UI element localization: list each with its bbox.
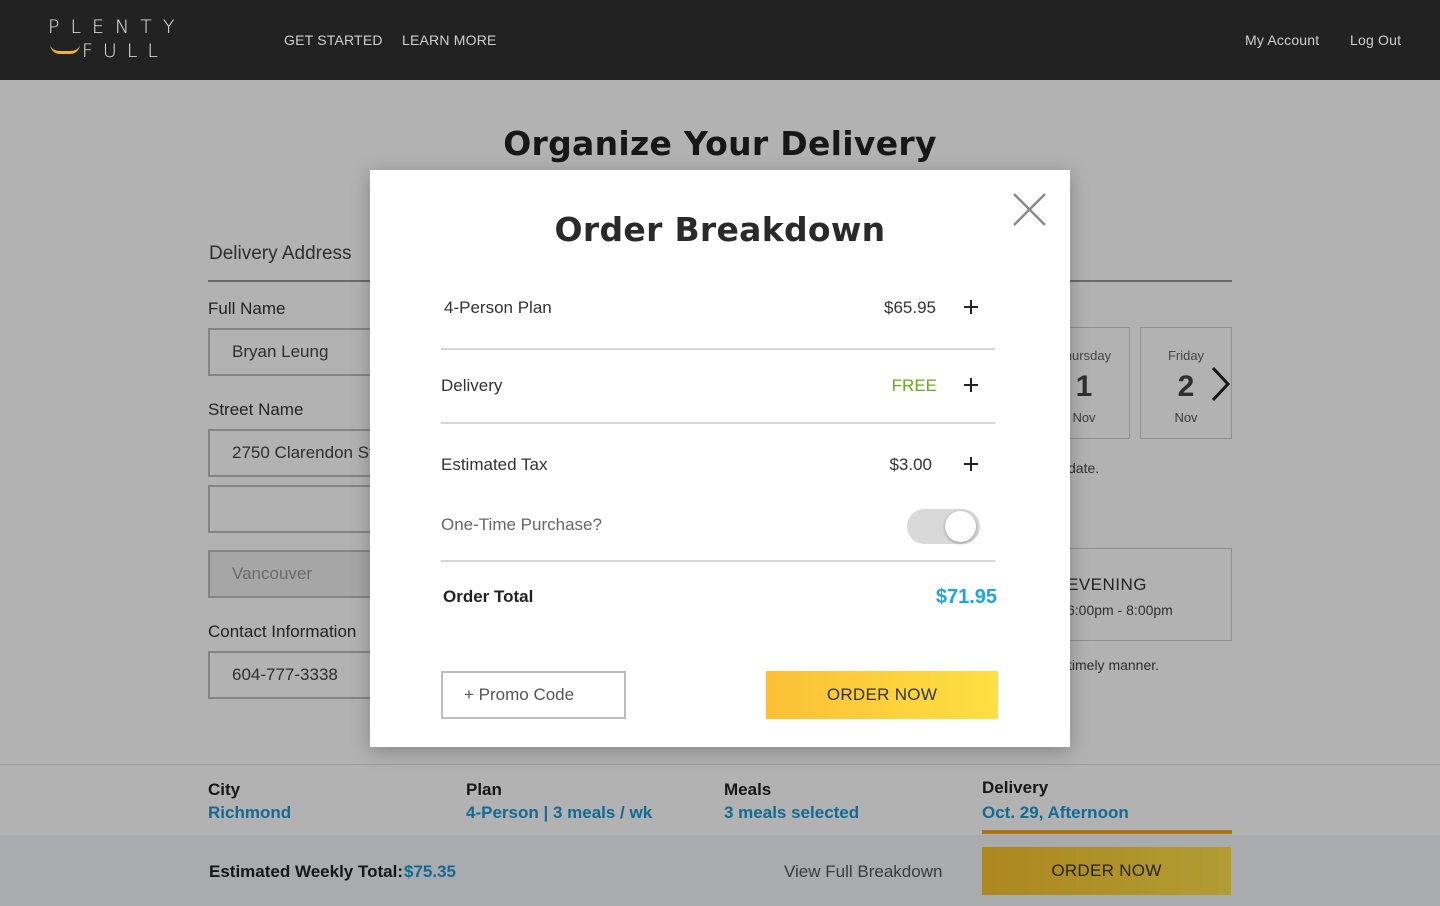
- promo-code-button[interactable]: + Promo Code: [441, 671, 626, 719]
- toggle-knob: [945, 511, 976, 542]
- one-time-purchase-toggle[interactable]: [907, 509, 980, 544]
- nav-get-started[interactable]: GET STARTED: [284, 32, 383, 48]
- logo-text-line2: FULL: [82, 40, 169, 62]
- top-nav-bar: PLENTY FULL GET STARTED LEARN MORE My Ac…: [0, 0, 1440, 80]
- plus-icon[interactable]: [961, 454, 981, 474]
- row-divider: [441, 348, 995, 350]
- order-total-value: $71.95: [935, 586, 997, 608]
- row-divider: [441, 422, 995, 424]
- tax-item-label: Estimated Tax: [441, 455, 548, 474]
- close-icon[interactable]: [1012, 192, 1047, 227]
- row-divider: [441, 560, 995, 562]
- plan-item-price: $65.95: [884, 298, 936, 317]
- tax-item-price: $3.00: [889, 455, 932, 474]
- one-time-purchase-label: One-Time Purchase?: [441, 515, 602, 534]
- order-breakdown-modal: Order Breakdown 4-Person Plan $65.95 Del…: [370, 170, 1070, 747]
- plus-icon[interactable]: [961, 297, 981, 317]
- logo-text-line1: PLENTY: [48, 16, 186, 38]
- plentyfull-logo[interactable]: PLENTY FULL: [48, 16, 186, 62]
- modal-title: Order Breakdown: [554, 210, 886, 249]
- delivery-item-price: FREE: [891, 376, 937, 395]
- nav-log-out[interactable]: Log Out: [1350, 32, 1401, 48]
- delivery-item-label: Delivery: [441, 376, 503, 395]
- order-total-label: Order Total: [443, 587, 534, 606]
- logo-smile-icon: [50, 44, 80, 54]
- nav-my-account[interactable]: My Account: [1245, 32, 1319, 48]
- plus-icon[interactable]: [961, 375, 981, 395]
- nav-learn-more[interactable]: LEARN MORE: [402, 32, 497, 48]
- modal-order-now-button[interactable]: ORDER NOW: [766, 671, 998, 719]
- plan-item-label: 4-Person Plan: [444, 298, 552, 317]
